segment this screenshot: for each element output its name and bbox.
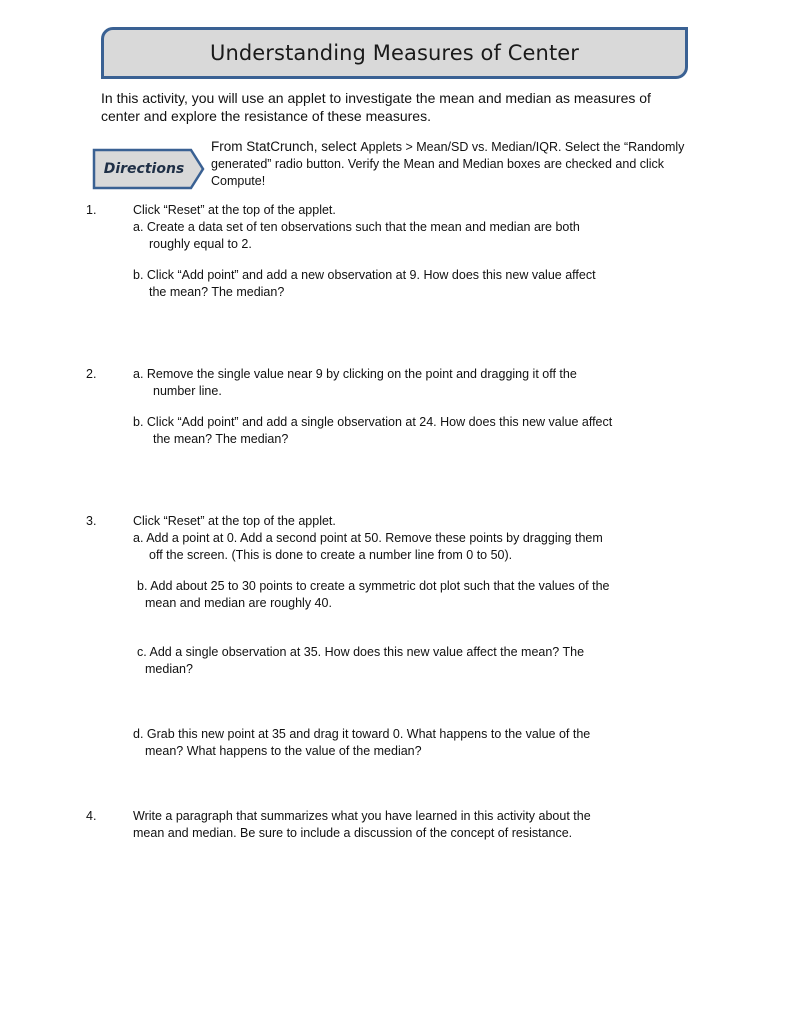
directions-label: Directions	[103, 161, 185, 177]
part-a-line2: off the screen. (This is done to create …	[149, 548, 513, 562]
part-a-line2: number line.	[153, 384, 222, 398]
part-a-line1: a. Add a point at 0. Add a second point …	[133, 531, 603, 545]
part-b-line2: the mean? The median?	[149, 285, 285, 299]
part-a-line1: a. Remove the single value near 9 by cli…	[133, 367, 577, 381]
part-d-line1: d. Grab this new point at 35 and drag it…	[133, 727, 591, 741]
part-a-line1: a. Create a data set of ten observations…	[133, 220, 580, 234]
intro-paragraph: In this activity, you will use an applet…	[101, 90, 651, 124]
question-number: 4.	[86, 809, 97, 823]
part-b-line2: mean and median are roughly 40.	[145, 596, 332, 610]
part-b-line1: b. Click “Add point” and add a new obser…	[133, 268, 596, 282]
question-number: 2.	[86, 367, 97, 381]
part-c-line2: median?	[145, 662, 193, 676]
part-b-line1: b. Add about 25 to 30 points to create a…	[137, 579, 610, 593]
part-b-line2: the mean? The median?	[153, 432, 289, 446]
part-d-line2: mean? What happens to the value of the m…	[145, 744, 422, 758]
question-line2: mean and median. Be sure to include a di…	[133, 826, 573, 840]
title-banner: Understanding Measures of Center	[101, 27, 688, 79]
question-line1: Write a paragraph that summarizes what y…	[133, 809, 591, 823]
directions-text-lead: From StatCrunch, select	[211, 139, 361, 154]
page-title: Understanding Measures of Center	[209, 41, 580, 65]
question-number: 3.	[86, 514, 97, 528]
part-b-line1: b. Click “Add point” and add a single ob…	[133, 415, 613, 429]
part-c-line1: c. Add a single observation at 35. How d…	[137, 645, 585, 659]
question-intro: Click “Reset” at the top of the applet.	[133, 514, 336, 528]
question-number: 1.	[86, 203, 97, 217]
question-intro: Click “Reset” at the top of the applet.	[133, 203, 336, 217]
directions-badge: Directions	[92, 148, 205, 190]
directions-text: From StatCrunch, select Applets > Mean/S…	[211, 138, 691, 190]
part-a-line2: roughly equal to 2.	[149, 237, 252, 251]
